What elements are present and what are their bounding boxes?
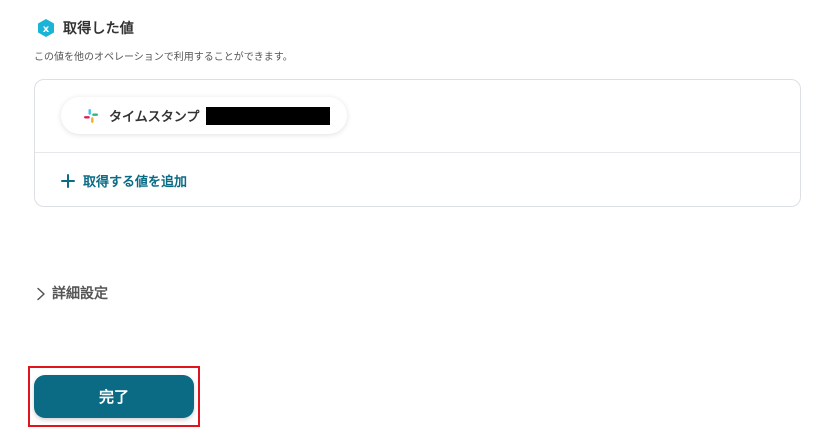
redacted-value — [206, 106, 331, 125]
card-divider — [35, 152, 800, 153]
svg-text:x: x — [43, 24, 50, 35]
section-header: x 取得した値 — [36, 18, 134, 38]
variable-badge-icon: x — [36, 18, 56, 38]
plus-icon — [61, 173, 75, 188]
advanced-settings-toggle[interactable]: 詳細設定 — [36, 283, 108, 303]
advanced-settings-label: 詳細設定 — [52, 286, 108, 302]
value-chip-label: タイムスタンプ — [109, 110, 200, 125]
acquired-values-card: タイムスタンプ 取得する値を追加 — [34, 79, 801, 207]
section-title: 取得した値 — [63, 21, 134, 37]
add-value-label: 取得する値を追加 — [83, 175, 188, 190]
value-chip-timestamp[interactable]: タイムスタンプ — [61, 97, 347, 134]
add-value-button[interactable]: 取得する値を追加 — [61, 171, 187, 190]
section-description: この値を他のオペレーションで利用することができます。 — [34, 52, 293, 63]
chevron-right-icon — [36, 286, 46, 301]
slack-icon — [83, 108, 99, 124]
done-button[interactable]: 完了 — [34, 375, 194, 418]
